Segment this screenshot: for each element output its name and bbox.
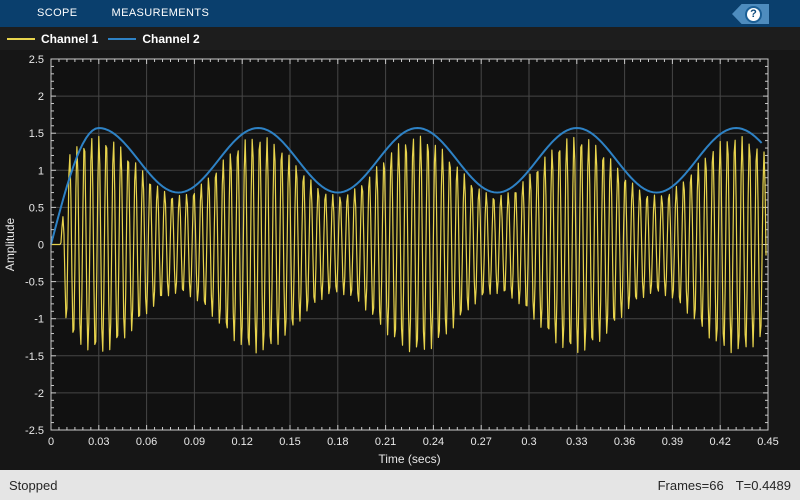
svg-text:0.27: 0.27 (470, 436, 491, 448)
channel2-line-swatch (108, 37, 137, 40)
svg-text:-2.5: -2.5 (25, 425, 44, 437)
legend: Channel 1 Channel 2 (0, 27, 800, 50)
svg-text:0.24: 0.24 (423, 436, 444, 448)
help-button[interactable]: ? (732, 4, 769, 24)
svg-text:-0.5: -0.5 (25, 277, 44, 289)
svg-text:0.09: 0.09 (184, 436, 205, 448)
svg-text:0.45: 0.45 (757, 436, 778, 448)
svg-text:0: 0 (38, 240, 44, 252)
svg-text:0.36: 0.36 (614, 436, 635, 448)
legend-item-channel2[interactable]: Channel 2 (108, 31, 200, 46)
svg-text:-2: -2 (34, 388, 44, 400)
frames-counter: Frames=66 (657, 477, 724, 493)
svg-text:2.5: 2.5 (29, 54, 44, 66)
x-axis-label: Time (secs) (378, 452, 440, 466)
svg-text:0.18: 0.18 (327, 436, 348, 448)
legend-item-channel1[interactable]: Channel 1 (7, 32, 98, 46)
svg-text:0.5: 0.5 (29, 202, 44, 214)
toolstrip: SCOPE MEASUREMENTS ? (0, 0, 800, 27)
status-bar: Stopped Frames=66 T=0.4489 (0, 470, 800, 500)
status-text: Stopped (9, 477, 58, 493)
svg-text:0.15: 0.15 (279, 436, 300, 448)
tab-measurements[interactable]: MEASUREMENTS (95, 0, 227, 27)
svg-text:1: 1 (38, 165, 44, 177)
plot-canvas: 0 0.03 0.06 0.09 0.12 0.15 0.18 0.21 0.24 0.27 0.3… (0, 50, 800, 470)
channel2-label: Channel 2 (142, 31, 200, 46)
svg-text:0.39: 0.39 (662, 436, 683, 448)
svg-text:-1.5: -1.5 (25, 351, 44, 363)
svg-text:0.3: 0.3 (521, 436, 536, 448)
svg-text:0.06: 0.06 (136, 436, 157, 448)
scope-plot[interactable]: 0 0.03 0.06 0.09 0.12 0.15 0.18 0.21 0.24 0.27 0.3… (0, 50, 800, 470)
tab-scope[interactable]: SCOPE (20, 0, 95, 27)
y-axis-label: Amplitude (3, 218, 17, 272)
svg-text:0.33: 0.33 (566, 436, 587, 448)
svg-text:0.21: 0.21 (375, 436, 396, 448)
scope-window: SCOPE MEASUREMENTS ? Channel 1 Channel 2… (0, 0, 800, 500)
svg-text:0.03: 0.03 (88, 436, 109, 448)
svg-text:0.12: 0.12 (231, 436, 252, 448)
channel1-label: Channel 1 (41, 31, 99, 46)
help-icon: ? (745, 5, 762, 23)
svg-text:2: 2 (38, 91, 44, 103)
svg-text:-1: -1 (34, 314, 44, 326)
svg-text:0: 0 (48, 436, 54, 448)
channel1-line-swatch (7, 37, 35, 40)
time-counter: T=0.4489 (735, 477, 791, 493)
svg-text:0.42: 0.42 (709, 436, 730, 448)
svg-text:1.5: 1.5 (29, 128, 44, 140)
